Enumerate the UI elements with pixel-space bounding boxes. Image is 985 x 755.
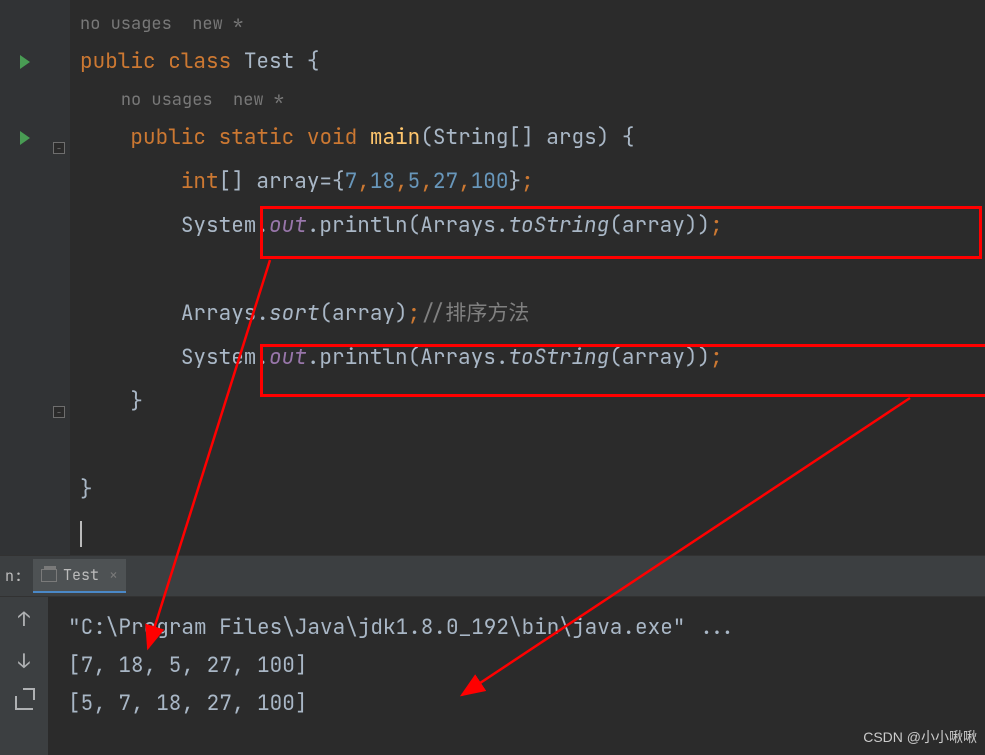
run-label: n: xyxy=(5,566,33,586)
code-line: } xyxy=(80,468,985,512)
run-method-icon[interactable] xyxy=(0,116,50,160)
tab-name: Test xyxy=(63,565,99,585)
application-icon xyxy=(41,569,57,582)
usage-hint: no usages new * xyxy=(80,8,985,40)
console-line: [5, 7, 18, 27, 100] xyxy=(68,685,985,723)
code-line: System.out.println(Arrays.toString(array… xyxy=(80,204,985,248)
run-gutter xyxy=(0,0,50,555)
watermark: CSDN @小小啾啾 xyxy=(863,727,977,747)
console-line: [7, 18, 5, 27, 100] xyxy=(68,647,985,685)
console-line: "C:\Program Files\Java\jdk1.8.0_192\bin\… xyxy=(68,609,985,647)
scroll-up-button[interactable] xyxy=(12,607,36,631)
code-line xyxy=(80,512,985,556)
scroll-down-button[interactable] xyxy=(12,649,36,673)
run-tool-window-header: n: Test × xyxy=(0,555,985,597)
caret-icon xyxy=(80,521,82,547)
console-toolbar xyxy=(0,597,48,755)
code-line: Arrays.sort(array);//排序方法 xyxy=(80,292,985,336)
code-line: public static void main(String[] args) { xyxy=(80,116,985,160)
fold-gutter: − − xyxy=(50,0,70,555)
console-output[interactable]: "C:\Program Files\Java\jdk1.8.0_192\bin\… xyxy=(48,597,985,755)
console-area: "C:\Program Files\Java\jdk1.8.0_192\bin\… xyxy=(0,597,985,755)
code-line xyxy=(80,248,985,292)
run-class-icon[interactable] xyxy=(0,40,50,84)
code-line: public class Test { xyxy=(80,40,985,84)
code-line xyxy=(80,424,985,468)
code-line: System.out.println(Arrays.toString(array… xyxy=(80,336,985,380)
usage-hint: no usages new * xyxy=(80,84,985,116)
run-tab[interactable]: Test × xyxy=(33,559,126,593)
soft-wrap-button[interactable] xyxy=(12,691,36,715)
fold-icon[interactable]: − xyxy=(53,406,65,418)
code-content[interactable]: no usages new * public class Test { no u… xyxy=(70,0,985,555)
close-icon[interactable]: × xyxy=(105,565,118,585)
code-line: } xyxy=(80,380,985,424)
code-line: int[] array={7,18,5,27,100}; xyxy=(80,160,985,204)
editor-area: − − no usages new * public class Test { … xyxy=(0,0,985,555)
fold-icon[interactable]: − xyxy=(53,142,65,154)
